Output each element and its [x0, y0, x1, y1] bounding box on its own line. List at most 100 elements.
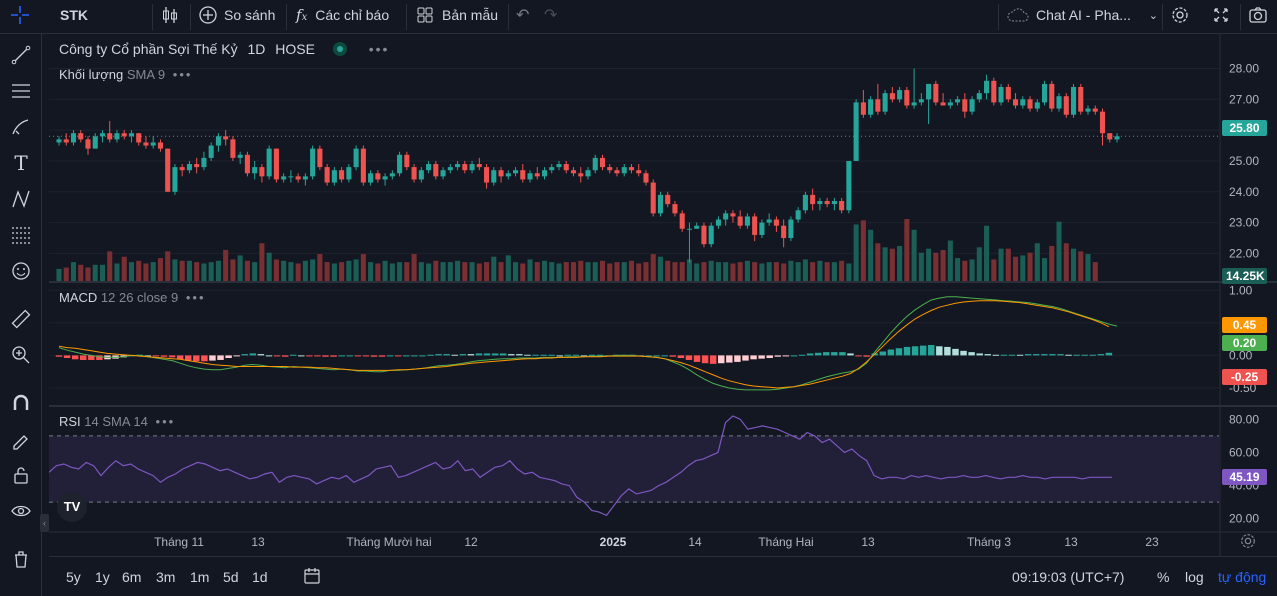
volume-bar — [744, 260, 750, 281]
text-tool-icon[interactable]: T — [8, 150, 34, 176]
volume-bar — [940, 250, 946, 281]
pattern-icon[interactable] — [8, 186, 34, 212]
indicators-button[interactable]: fx Các chỉ báo — [296, 0, 389, 30]
volume-bar — [491, 256, 497, 281]
lock-icon[interactable] — [8, 462, 34, 488]
rsi-tick: 60.00 — [1229, 445, 1259, 459]
undo-icon[interactable]: ↶ — [516, 0, 529, 30]
volume-bar — [1078, 251, 1084, 281]
chart-area[interactable]: 28.0027.0026.0025.0024.0023.0022.001.000… — [48, 34, 1277, 556]
tradingview-logo[interactable]: TV — [57, 492, 87, 522]
macd-hist-bar — [346, 355, 353, 357]
more-options-icon[interactable]: ••• — [369, 41, 390, 57]
trend-line-icon[interactable] — [8, 42, 34, 68]
horizontal-lines-icon[interactable] — [8, 78, 34, 104]
templates-button[interactable]: Bản mẫu — [416, 0, 498, 30]
candle-body — [1085, 108, 1091, 112]
macd-more-icon[interactable]: ••• — [186, 290, 206, 305]
range-1y[interactable]: 1y — [95, 569, 110, 585]
volume-bar — [281, 260, 287, 281]
candle-body — [795, 210, 801, 220]
candle-body — [157, 142, 163, 149]
time-axis-settings-icon[interactable] — [1239, 532, 1257, 555]
magnet-icon[interactable] — [8, 390, 34, 416]
ruler-icon[interactable] — [8, 306, 34, 332]
brush-icon[interactable] — [8, 114, 34, 140]
macd-hist-bar — [314, 355, 321, 357]
chart-canvas[interactable]: 28.0027.0026.0025.0024.0023.0022.001.000… — [48, 34, 1277, 556]
candle-body — [592, 157, 598, 171]
volume-bar — [665, 260, 671, 281]
volume-bar — [628, 260, 635, 281]
range-1d[interactable]: 1d — [252, 569, 268, 585]
crosshair-icon[interactable] — [10, 0, 32, 30]
volume-bar — [201, 263, 207, 281]
trash-icon[interactable] — [8, 546, 34, 572]
candle-body — [614, 170, 620, 174]
emoji-icon[interactable] — [8, 258, 34, 284]
compare-button[interactable]: So sánh — [198, 0, 275, 30]
eye-icon[interactable] — [8, 498, 34, 524]
candle-body — [346, 167, 352, 180]
macd-hist-bar — [831, 352, 838, 356]
fullscreen-icon[interactable] — [1212, 0, 1230, 30]
rsi-more-icon[interactable]: ••• — [156, 414, 176, 429]
candle-body — [868, 99, 874, 115]
candle-type-icon[interactable] — [160, 0, 182, 30]
candle-body — [636, 170, 642, 174]
volume-bar — [882, 247, 888, 281]
macd-hist-bar — [63, 355, 71, 359]
clock[interactable]: 09:19:03 (UTC+7) — [1012, 569, 1124, 585]
volume-bar — [295, 263, 301, 281]
lock-drawing-icon[interactable] — [8, 426, 34, 452]
macd-hist-bar — [564, 354, 572, 356]
range-5d[interactable]: 5d — [223, 569, 239, 585]
volume-bar — [1056, 221, 1062, 281]
volume-more-icon[interactable]: ••• — [173, 67, 193, 82]
volume-bar — [527, 259, 533, 281]
macd-hist-bar — [435, 354, 442, 356]
last-volume-label: 14.25K — [1222, 268, 1267, 284]
signal-value-label: 0.20 — [1222, 335, 1267, 351]
macd-hist-bar — [766, 355, 773, 359]
auto-scale-toggle[interactable]: tự động — [1218, 569, 1266, 585]
log-toggle[interactable]: log — [1185, 569, 1204, 585]
candle-body — [324, 167, 330, 183]
chat-ai-button[interactable]: Chat AI - Pha... ⌄ — [1006, 0, 1158, 30]
zoom-in-icon[interactable] — [8, 342, 34, 368]
candle-body — [715, 219, 721, 226]
percent-toggle[interactable]: % — [1157, 569, 1169, 585]
collapse-toolbar-icon[interactable]: ‹ — [40, 514, 49, 532]
volume-bar — [955, 258, 961, 281]
candle-body — [136, 133, 142, 143]
candle-body — [505, 173, 511, 177]
volume-bar — [440, 262, 446, 281]
redo-icon[interactable]: ↷ — [544, 0, 557, 30]
candle-body — [882, 93, 888, 112]
range-1m[interactable]: 1m — [190, 569, 209, 585]
time-label: Tháng 11 — [154, 535, 204, 549]
volume-bar — [860, 220, 866, 281]
volume-bar — [92, 264, 98, 281]
range-6m[interactable]: 6m — [122, 569, 141, 585]
settings-gear-icon[interactable] — [1170, 0, 1190, 30]
date-range-calendar-icon[interactable] — [303, 567, 321, 590]
candle-body — [875, 99, 881, 112]
fib-icon[interactable] — [8, 222, 34, 248]
candle-body — [628, 167, 635, 171]
range-3m[interactable]: 3m — [156, 569, 175, 585]
camera-icon[interactable] — [1248, 0, 1268, 30]
symbol-search[interactable]: STK — [60, 0, 88, 30]
candle-body — [237, 154, 243, 158]
macd-hist-bar — [782, 355, 790, 357]
volume-bar — [875, 243, 881, 281]
volume-bar — [672, 262, 678, 281]
macd-hist-bar — [338, 355, 345, 357]
time-label: Tháng Mười hai — [346, 535, 431, 549]
candle-body — [455, 164, 461, 168]
candle-body — [310, 148, 316, 177]
volume-legend: Khối lượng SMA 9 ••• — [59, 67, 192, 82]
range-5y[interactable]: 5y — [66, 569, 81, 585]
macd-hist-bar — [467, 354, 475, 356]
candle-body — [1063, 96, 1069, 115]
